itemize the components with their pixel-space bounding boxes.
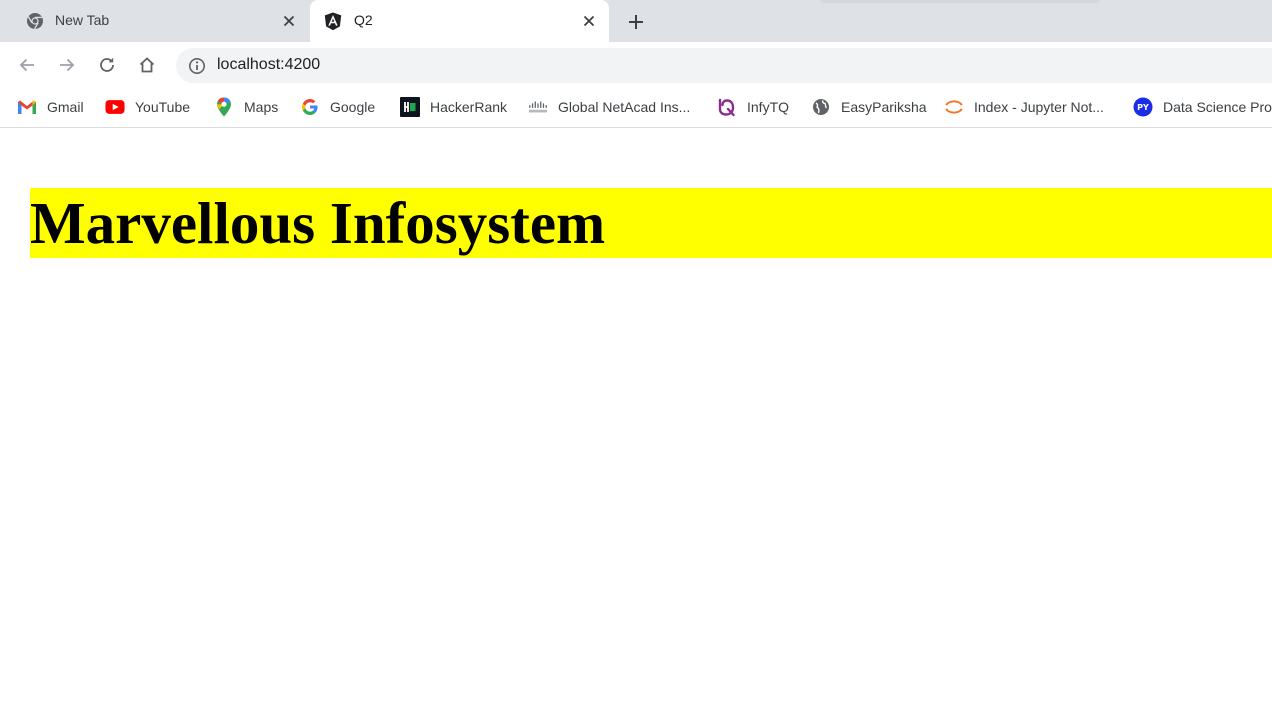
- bookmark-maps[interactable]: Maps: [214, 95, 278, 119]
- cisco-icon: [528, 97, 548, 117]
- browser-toolbar: localhost:4200: [0, 42, 1272, 88]
- arrow-left-icon: [19, 58, 34, 72]
- bookmark-label: Index - Jupyter Not...: [974, 99, 1104, 115]
- bookmark-label: HackerRank: [430, 99, 508, 115]
- bookmark-hackerrank[interactable]: HackerRank: [400, 95, 507, 119]
- bookmark-label: Google: [330, 99, 376, 115]
- bookmark-netacad[interactable]: Global NetAcad Ins...: [528, 95, 690, 119]
- heading-banner: Marvellous Infosystem: [30, 188, 1272, 258]
- tab-search-hint: [820, 0, 1100, 3]
- jupyter-icon: [944, 97, 964, 117]
- new-tab-button[interactable]: [624, 10, 648, 34]
- bookmark-label: Data Science Pro: [1163, 99, 1272, 115]
- bookmark-label: YouTube: [135, 99, 191, 115]
- youtube-icon: [105, 97, 125, 117]
- bookmark-label: Maps: [244, 99, 279, 115]
- reload-button[interactable]: [95, 53, 119, 77]
- forward-button[interactable]: [55, 53, 79, 77]
- tab-title: Q2: [354, 12, 373, 28]
- bookmark-gmail[interactable]: Gmail: [17, 95, 84, 119]
- reload-icon: [100, 57, 114, 72]
- chrome-icon: [26, 12, 44, 30]
- globe-icon: [811, 97, 831, 117]
- home-button[interactable]: [135, 53, 159, 77]
- bookmark-jupyter[interactable]: Index - Jupyter Not...: [944, 95, 1104, 119]
- home-icon: [139, 57, 155, 73]
- bookmark-label: EasyPariksha: [841, 99, 927, 115]
- gmail-icon: [17, 97, 37, 117]
- arrow-right-icon: [60, 58, 75, 72]
- bookmark-infytq[interactable]: InfyTQ: [717, 95, 789, 119]
- py-icon: PY: [1133, 97, 1153, 117]
- bookmark-label: Gmail: [47, 99, 84, 115]
- tab-new-tab[interactable]: New Tab: [10, 0, 308, 42]
- bookmark-datascience[interactable]: PY Data Science Pro: [1133, 95, 1272, 119]
- maps-icon: [214, 97, 234, 117]
- back-button[interactable]: [15, 53, 39, 77]
- close-icon[interactable]: [280, 12, 298, 30]
- tab-strip: New Tab Q2: [0, 0, 1272, 42]
- bookmarks-bar: Gmail YouTube Maps Google HackerRank Glo…: [0, 88, 1272, 128]
- bookmark-label: InfyTQ: [747, 99, 790, 115]
- bookmark-youtube[interactable]: YouTube: [105, 95, 190, 119]
- svg-text:PY: PY: [1137, 103, 1149, 112]
- google-icon: [300, 97, 320, 117]
- page-viewport: Marvellous Infosystem: [0, 129, 1272, 707]
- url-text[interactable]: localhost:4200: [217, 56, 320, 74]
- tab-q2[interactable]: Q2: [310, 0, 609, 42]
- info-icon[interactable]: [188, 57, 206, 75]
- tab-title: New Tab: [55, 12, 110, 28]
- infytq-icon: [717, 97, 737, 117]
- address-bar[interactable]: localhost:4200: [176, 48, 1272, 83]
- bookmark-google[interactable]: Google: [300, 95, 375, 119]
- bookmark-label: Global NetAcad Ins...: [558, 99, 691, 115]
- bookmark-easypariksha[interactable]: EasyPariksha: [811, 95, 927, 119]
- page-title: Marvellous Infosystem: [30, 190, 606, 256]
- close-icon[interactable]: [580, 12, 598, 30]
- angular-icon: [324, 12, 342, 31]
- hackerrank-icon: [400, 97, 420, 117]
- plus-icon: [629, 15, 643, 29]
